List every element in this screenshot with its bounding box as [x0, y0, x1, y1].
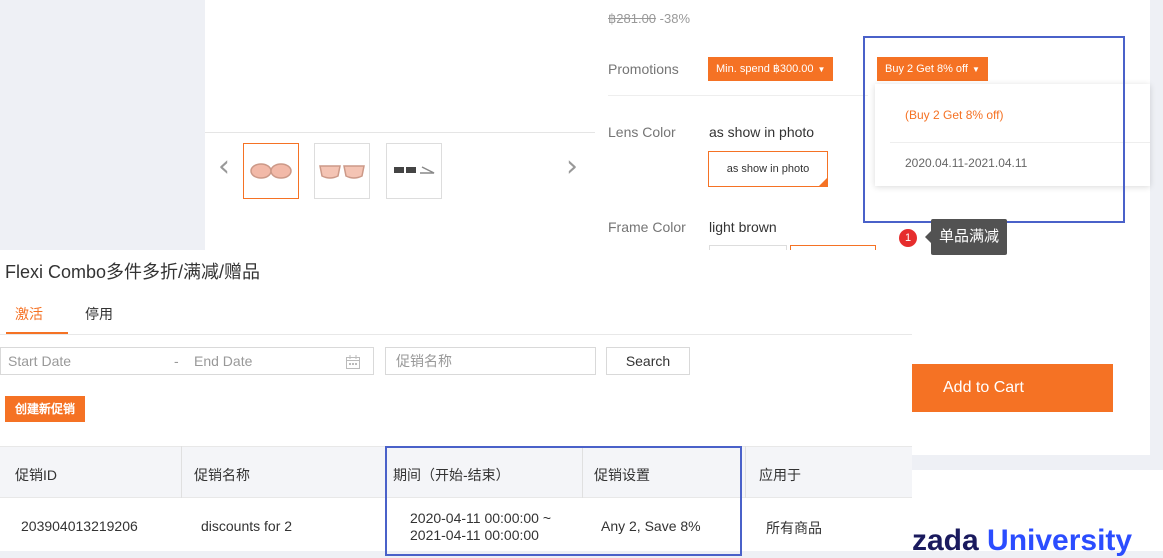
tab-inactive[interactable]: 停用 [85, 304, 113, 324]
cell-promo-id: 203904013219206 [21, 518, 138, 534]
discount-percent: -38% [659, 11, 691, 26]
page-title: Flexi Combo多件多折/满减/赠品 [5, 262, 261, 282]
university-banner-text: zada University [912, 524, 1133, 557]
calendar-icon [346, 355, 360, 369]
frame-color-value: light brown [709, 219, 777, 235]
sunglasses-icon [250, 163, 292, 179]
tab-active[interactable]: 激活 [15, 304, 43, 324]
lens-color-label: Lens Color [608, 124, 676, 140]
caret-down-icon: ▼ [817, 65, 826, 74]
thumbnail-3[interactable] [386, 143, 442, 199]
thumbnail-2[interactable] [314, 143, 370, 199]
annotation-number-badge: 1 [899, 229, 917, 247]
frame-color-label: Frame Color [608, 219, 686, 235]
annotation-label: 单品满减 [924, 219, 1008, 255]
start-date-input[interactable]: Start Date [8, 348, 71, 374]
add-to-cart-button[interactable]: Add to Cart [905, 364, 1113, 412]
column-header-name: 促销名称 [194, 467, 250, 483]
lens-color-option[interactable]: as show in photo [708, 151, 828, 187]
date-separator: - [174, 353, 179, 369]
divider [608, 95, 868, 96]
column-separator [745, 446, 746, 498]
highlight-box-promotion [863, 36, 1125, 223]
end-date-input[interactable]: End Date [194, 348, 252, 374]
highlight-box-period [385, 446, 742, 556]
chevron-left-icon[interactable]: ‹ [218, 152, 230, 182]
sunglasses-icon [394, 166, 435, 174]
cell-applies-to: 所有商品 [766, 520, 822, 536]
create-promotion-button[interactable]: 创建新促销 [5, 396, 86, 422]
promo-tag-min-spend[interactable]: Min. spend ฿300.00 ▼ [708, 57, 834, 81]
promotions-label: Promotions [608, 61, 679, 77]
column-separator [181, 446, 182, 498]
column-header-applies-to: 应用于 [759, 467, 801, 483]
chevron-right-icon[interactable]: › [566, 152, 578, 182]
lens-color-value: as show in photo [709, 124, 815, 140]
sunglasses-icon [319, 165, 365, 179]
search-button[interactable]: Search [606, 347, 690, 375]
cell-promo-name: discounts for 2 [201, 518, 293, 534]
date-range-picker[interactable]: Start Date - End Date [0, 347, 374, 375]
promo-name-input[interactable]: 促销名称 [385, 347, 596, 375]
old-price: ฿281.00 -38% [608, 11, 691, 26]
thumbnail-1[interactable] [243, 143, 299, 199]
column-header-id: 促销ID [15, 467, 57, 483]
tabs-divider [0, 334, 912, 335]
